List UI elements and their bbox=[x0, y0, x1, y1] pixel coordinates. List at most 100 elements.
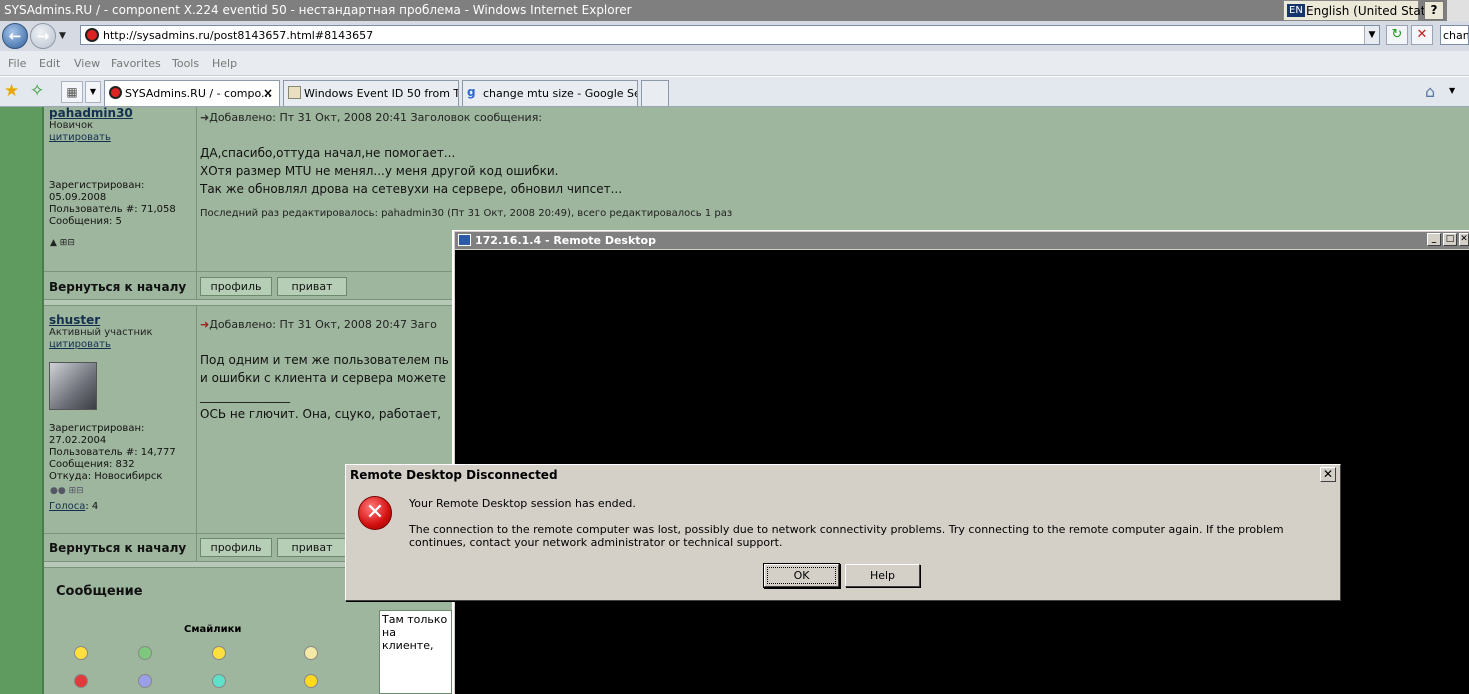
tab-label: SYSAdmins.RU / - compo... bbox=[125, 87, 272, 100]
back-to-top-link[interactable]: Вернуться к началу bbox=[49, 541, 186, 555]
search-input[interactable]: chang bbox=[1440, 25, 1469, 45]
minimize-button[interactable]: _ bbox=[1427, 233, 1441, 246]
tab-windows-event[interactable]: Windows Event ID 50 from T... bbox=[283, 80, 459, 106]
home-dropdown[interactable]: ▼ bbox=[1449, 86, 1455, 95]
message-textarea[interactable]: Там только на клиенте, bbox=[379, 610, 452, 694]
votes-link[interactable]: Голоса bbox=[49, 501, 85, 512]
new-tab-button[interactable] bbox=[641, 80, 669, 106]
tab-google-search[interactable]: g change mtu size - Google Se... bbox=[462, 80, 638, 106]
help-button[interactable]: Help bbox=[845, 564, 920, 587]
post1-quote-link[interactable]: цитировать bbox=[49, 132, 111, 143]
tab-sysadmins[interactable]: SYSAdmins.RU / - compo... × bbox=[104, 80, 280, 106]
profile-button[interactable]: профиль bbox=[200, 277, 272, 296]
menu-favorites[interactable]: Favorites bbox=[111, 57, 161, 70]
window-close-button[interactable]: ✕ bbox=[1459, 233, 1469, 246]
add-favorite-icon[interactable]: ✧ bbox=[30, 81, 44, 101]
post2-signature: ОСЬ не глючит. Она, сцуко, работает, bbox=[200, 407, 442, 421]
dialog-message-heading: Your Remote Desktop session has ended. bbox=[409, 497, 636, 510]
dialog-titlebar[interactable]: Remote Desktop Disconnected bbox=[348, 466, 1338, 484]
tab-label: Windows Event ID 50 from T... bbox=[304, 87, 459, 100]
back-button[interactable]: ← bbox=[2, 23, 28, 49]
site-favicon-icon bbox=[85, 28, 99, 42]
smiley-icon[interactable] bbox=[304, 674, 318, 688]
language-help-button[interactable]: ? bbox=[1424, 1, 1444, 20]
message-text-line: на клиенте, bbox=[382, 626, 434, 652]
post1-edit-note: Последний раз редактировалось: pahadmin3… bbox=[200, 208, 733, 219]
post2-rank: Активный участник bbox=[49, 327, 153, 338]
tab-close-icon[interactable]: × bbox=[263, 86, 273, 100]
smiley-icon[interactable] bbox=[212, 646, 226, 660]
menu-help[interactable]: Help bbox=[212, 57, 237, 70]
private-message-button[interactable]: приват bbox=[277, 277, 347, 296]
menu-tools[interactable]: Tools bbox=[172, 57, 199, 70]
post1-body: ДА,спасибо,оттуда начал,не помогает... Х… bbox=[200, 144, 622, 198]
post2-registered: 27.02.2004 bbox=[49, 435, 107, 446]
language-code: EN bbox=[1287, 4, 1305, 17]
close-icon: ✕ bbox=[1322, 467, 1334, 481]
forward-arrow-icon: → bbox=[36, 27, 50, 45]
post2-quote-link[interactable]: цитировать bbox=[49, 339, 111, 350]
language-bar[interactable]: EN English (United States) bbox=[1283, 0, 1444, 21]
search-value[interactable]: chang bbox=[1443, 29, 1468, 42]
address-bar[interactable]: http://sysadmins.ru/post8143657.html#814… bbox=[80, 25, 1380, 45]
avatar bbox=[49, 362, 97, 410]
remote-desktop-icon bbox=[458, 234, 471, 246]
window-title: SYSAdmins.RU / - component X.224 eventid… bbox=[4, 3, 632, 17]
smilies-label: Смайлики bbox=[184, 624, 242, 635]
reputation-icon: ●● ⊞⊟ bbox=[50, 486, 84, 496]
menu-file[interactable]: File bbox=[8, 57, 26, 70]
post2-location: Откуда: Новосибирск bbox=[49, 471, 163, 482]
post1-line: ДА,спасибо,оттуда начал,не помогает... bbox=[200, 146, 456, 160]
private-message-button[interactable]: приват bbox=[277, 538, 347, 557]
post2-header: ➜Добавлено: Пт 31 Окт, 2008 20:47 Заго bbox=[200, 318, 437, 331]
post-arrow-icon: ➜ bbox=[200, 318, 210, 331]
post-arrow-icon: ➜ bbox=[200, 111, 210, 124]
post2-messages: Сообщения: 832 bbox=[49, 459, 135, 470]
google-favicon-icon: g bbox=[467, 85, 476, 99]
tab-label: change mtu size - Google Se... bbox=[483, 87, 638, 100]
post1-username[interactable]: pahadmin30 bbox=[49, 106, 133, 120]
page-left-strip bbox=[0, 107, 44, 694]
dialog-message-body: The connection to the remote computer wa… bbox=[409, 523, 1284, 549]
message-text-line: Там только bbox=[382, 613, 448, 626]
recent-pages-dropdown[interactable]: ▼ bbox=[59, 31, 66, 41]
tab-list-button[interactable]: ▼ bbox=[85, 81, 101, 103]
smiley-icon[interactable] bbox=[304, 646, 318, 660]
post2-line: и ошибки с клиента и сервера можете bbox=[200, 371, 446, 385]
back-arrow-icon: ← bbox=[8, 27, 22, 45]
maximize-button[interactable]: □ bbox=[1443, 233, 1457, 246]
smiley-icon[interactable] bbox=[212, 674, 226, 688]
post1-line: Так же обновлял дрова на сетевухи на сер… bbox=[200, 182, 623, 196]
votes-count: : 4 bbox=[85, 501, 99, 512]
forward-button[interactable]: → bbox=[30, 23, 56, 49]
post2-registered-label: Зарегистрирован: bbox=[49, 423, 145, 434]
profile-button[interactable]: профиль bbox=[200, 538, 272, 557]
home-icon[interactable]: ⌂ bbox=[1425, 82, 1435, 101]
reply-title: Сообщение bbox=[56, 584, 143, 599]
address-url[interactable]: http://sysadmins.ru/post8143657.html#814… bbox=[103, 29, 373, 42]
favorites-star-icon[interactable]: ★ bbox=[4, 81, 19, 101]
smiley-icon[interactable] bbox=[74, 646, 88, 660]
column-divider bbox=[196, 107, 197, 562]
smiley-icon[interactable] bbox=[138, 674, 152, 688]
remote-desktop-titlebar[interactable]: 172.16.1.4 - Remote Desktop bbox=[455, 232, 1469, 249]
refresh-icon: ↻ bbox=[1391, 27, 1403, 42]
post2-username[interactable]: shuster bbox=[49, 313, 100, 327]
quick-tabs-button[interactable]: ▦ bbox=[61, 81, 83, 103]
back-to-top-link[interactable]: Вернуться к началу bbox=[49, 280, 186, 294]
dialog-close-button[interactable]: ✕ bbox=[1320, 467, 1336, 482]
menu-view[interactable]: View bbox=[74, 57, 100, 70]
refresh-button[interactable]: ↻ bbox=[1386, 25, 1408, 45]
remote-desktop-title: 172.16.1.4 - Remote Desktop bbox=[475, 234, 656, 247]
post2-line: Под одним и тем же пользователем пь bbox=[200, 353, 449, 367]
smiley-icon[interactable] bbox=[74, 674, 88, 688]
address-dropdown[interactable]: ▼ bbox=[1364, 26, 1379, 44]
post2-meta: Зарегистрирован: 27.02.2004 Пользователь… bbox=[49, 423, 176, 483]
smiley-icon[interactable] bbox=[138, 646, 152, 660]
stop-button[interactable]: ✕ bbox=[1411, 25, 1433, 45]
post1-header-text: Добавлено: Пт 31 Окт, 2008 20:41 Заголов… bbox=[209, 111, 543, 124]
post1-line: ХОтя размер MTU не менял...у меня другой… bbox=[200, 164, 559, 178]
stop-icon: ✕ bbox=[1416, 27, 1428, 42]
menu-edit[interactable]: Edit bbox=[39, 57, 60, 70]
ok-button[interactable]: OK bbox=[764, 564, 839, 587]
